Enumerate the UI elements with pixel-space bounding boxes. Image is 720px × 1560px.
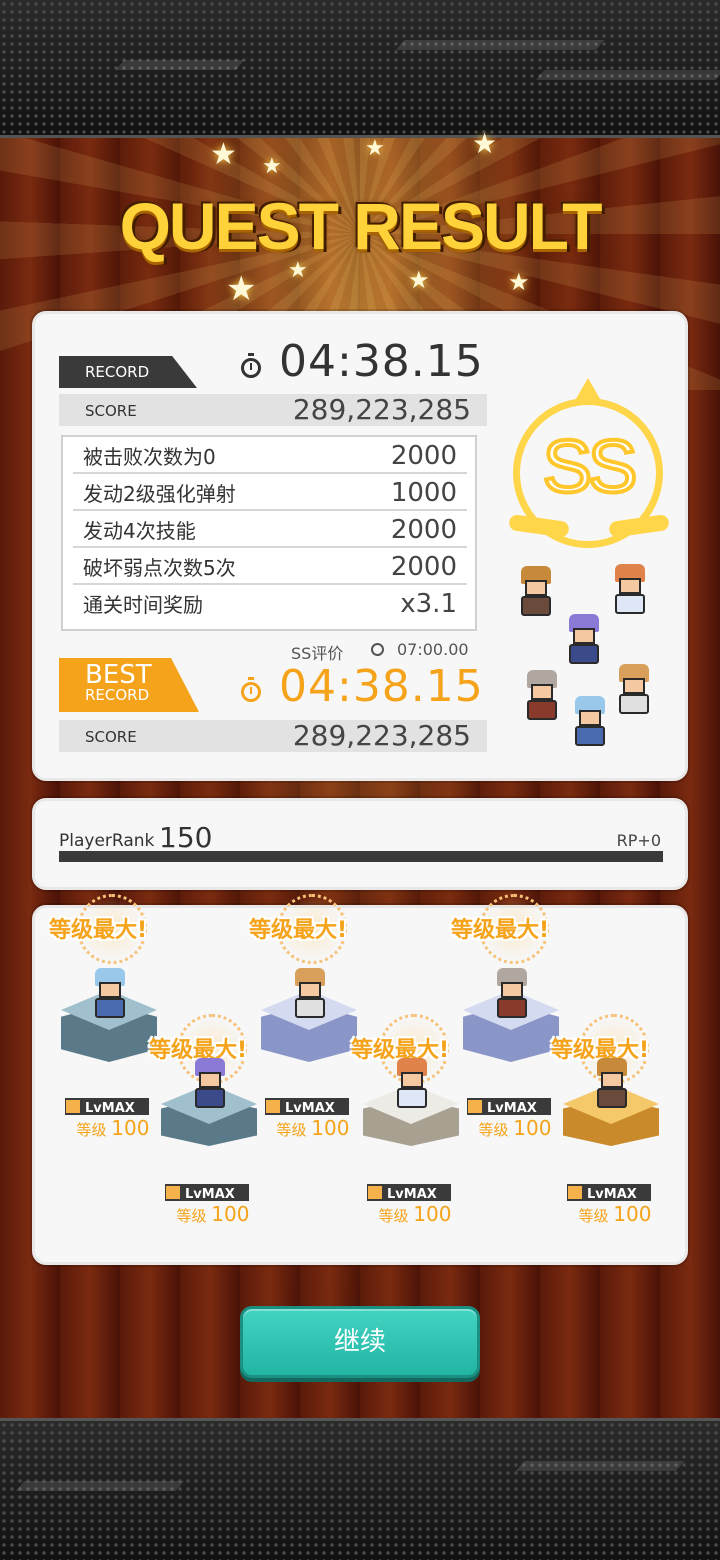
best-score: 289,223,285	[292, 719, 471, 752]
character-card[interactable]: 等级最大! LvMAX 等级 100	[49, 894, 161, 1140]
character-sprite-icon	[589, 1058, 635, 1110]
best-tag-line2: RECORD	[85, 686, 150, 704]
character-sprite-icon	[287, 968, 333, 1020]
bottom-decor-band	[0, 1418, 720, 1560]
bonus-points: 2000	[390, 552, 457, 582]
player-rank-panel: PlayerRank 150 RP+0	[32, 798, 688, 890]
bonus-points: 1000	[390, 478, 457, 508]
record-panel: RECORD 04:38.15 SCORE 289,223,285 被击败次数为…	[32, 311, 688, 781]
level-text: 等级 100	[163, 1202, 263, 1226]
level-value: 100	[111, 1116, 150, 1140]
lvmax-tag: LvMAX	[367, 1184, 451, 1202]
best-score-bar: SCORE 289,223,285	[59, 719, 487, 752]
bonus-list: 被击败次数为0 2000 发动2级强化弹射 1000 发动4次技能 2000 破…	[61, 435, 477, 631]
level-label: 等级	[176, 1207, 207, 1225]
character-card[interactable]: 等级最大! LvMAX 等级 100	[551, 1014, 663, 1226]
party-sprite-icon	[607, 564, 653, 616]
player-rank-value: 150	[159, 821, 213, 854]
bonus-row: 通关时间奖励 x3.1	[73, 585, 467, 622]
record-score-bar: SCORE 289,223,285	[59, 393, 487, 426]
bonus-points: 2000	[390, 441, 457, 471]
level-label: 等级	[76, 1121, 107, 1139]
star-icon: ★	[472, 127, 498, 160]
level-max-label: 等级最大!	[249, 918, 348, 943]
best-tag-line1: BEST	[85, 660, 152, 690]
lvmax-tag: LvMAX	[65, 1098, 149, 1116]
party-sprite-icon	[513, 566, 559, 618]
player-rank-label: PlayerRank	[59, 831, 155, 851]
continue-button[interactable]: 继续	[240, 1306, 480, 1378]
level-value: 100	[211, 1202, 250, 1226]
bonus-name: 被击败次数为0	[83, 445, 216, 469]
character-card[interactable]: 等级最大! LvMAX 等级 100	[351, 1014, 463, 1226]
level-label: 等级	[276, 1121, 307, 1139]
best-time: 04:38.15	[279, 661, 484, 712]
lvmax-tag: LvMAX	[265, 1098, 349, 1116]
bonus-row: 被击败次数为0 2000	[73, 437, 467, 474]
character-sprite-icon	[87, 968, 133, 1020]
bonus-name: 发动2级强化弹射	[83, 482, 236, 506]
character-sprite-icon	[389, 1058, 435, 1110]
bonus-name: 破坏弱点次数5次	[83, 556, 236, 580]
star-icon: ★	[365, 136, 385, 161]
character-sprite-icon	[187, 1058, 233, 1110]
rp-gain: RP+0	[616, 831, 661, 850]
lvmax-tag: LvMAX	[165, 1184, 249, 1202]
record-score: 289,223,285	[292, 393, 471, 426]
party-sprite-icon	[519, 670, 565, 722]
level-text: 等级 100	[63, 1116, 163, 1140]
quest-result-title: QUEST RESULT	[119, 189, 603, 263]
ss-requirement-time: 07:00.00	[397, 640, 469, 659]
stopwatch-icon	[371, 643, 384, 656]
grade-text: SS	[541, 423, 640, 510]
star-icon: ★	[408, 266, 430, 294]
level-value: 100	[513, 1116, 552, 1140]
bonus-row: 破坏弱点次数5次 2000	[73, 548, 467, 585]
party-sprite-icon	[611, 664, 657, 716]
characters-panel: 等级最大! LvMAX 等级 100 等级最大! LvMAX 等级 100 等级…	[32, 894, 688, 1265]
bonus-points: x3.1	[400, 589, 457, 619]
party-sprite-icon	[561, 614, 607, 666]
score-label: SCORE	[85, 728, 137, 746]
bonus-name: 发动4次技能	[83, 519, 196, 543]
score-label: SCORE	[85, 402, 137, 420]
record-tag: RECORD	[59, 356, 197, 388]
grade-badge: SS	[508, 378, 670, 558]
party-sprite-icon	[567, 696, 613, 748]
level-value: 100	[413, 1202, 452, 1226]
level-label: 等级	[478, 1121, 509, 1139]
star-icon: ★	[210, 137, 237, 172]
character-card[interactable]: 等级最大! LvMAX 等级 100	[149, 1014, 261, 1226]
level-text: 等级 100	[263, 1116, 363, 1140]
level-max-label: 等级最大!	[451, 918, 550, 943]
level-text: 等级 100	[565, 1202, 665, 1226]
level-label: 等级	[378, 1207, 409, 1225]
level-value: 100	[311, 1116, 350, 1140]
bonus-row: 发动2级强化弹射 1000	[73, 474, 467, 511]
star-icon: ★	[508, 268, 530, 296]
bonus-name: 通关时间奖励	[83, 593, 203, 617]
lvmax-tag: LvMAX	[567, 1184, 651, 1202]
level-label: 等级	[578, 1207, 609, 1225]
stopwatch-icon	[241, 353, 261, 378]
character-card[interactable]: 等级最大! LvMAX 等级 100	[249, 894, 361, 1140]
level-text: 等级 100	[465, 1116, 565, 1140]
stopwatch-icon	[241, 677, 261, 702]
level-max-label: 等级最大!	[49, 918, 148, 943]
record-time: 04:38.15	[279, 336, 484, 387]
character-sprite-icon	[489, 968, 535, 1020]
level-text: 等级 100	[365, 1202, 465, 1226]
rank-progress-bar	[59, 851, 663, 862]
bonus-row: 发动4次技能 2000	[73, 511, 467, 548]
lvmax-tag: LvMAX	[467, 1098, 551, 1116]
level-value: 100	[613, 1202, 652, 1226]
character-card[interactable]: 等级最大! LvMAX 等级 100	[451, 894, 563, 1140]
star-icon: ★	[226, 269, 257, 309]
top-decor-band	[0, 0, 720, 138]
star-icon: ★	[262, 154, 282, 179]
bonus-points: 2000	[390, 515, 457, 545]
best-record-tag: BEST RECORD	[59, 658, 199, 712]
